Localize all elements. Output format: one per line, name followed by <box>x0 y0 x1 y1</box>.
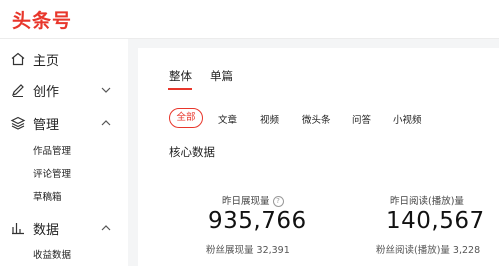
sidebar-item-data[interactable]: 数据 <box>0 214 128 242</box>
sidebar-item-label: 管理 <box>33 118 60 133</box>
main-panel: 整体 单篇 全部 文章 视频 微头条 问答 小视频 核心数据 昨日展现量? 93… <box>138 48 499 266</box>
stat-label-impressions: 昨日展现量? <box>222 193 284 207</box>
home-icon <box>11 52 25 66</box>
chevron-up-icon[interactable] <box>100 117 112 129</box>
tab-single[interactable]: 单篇 <box>210 68 233 84</box>
sidebar-item-label: 数据 <box>33 223 60 238</box>
chevron-down-icon[interactable] <box>100 84 112 96</box>
filter-article[interactable]: 文章 <box>218 112 237 126</box>
sidebar-item-home[interactable]: 主页 <box>0 45 128 73</box>
pen-icon <box>12 84 24 97</box>
filter-video[interactable]: 视频 <box>260 112 279 126</box>
filter-all[interactable]: 全部 <box>169 108 203 128</box>
stat-value-reads: 140,567 <box>386 208 485 234</box>
chevron-up-icon[interactable] <box>100 222 112 234</box>
stat-sub-reads: 粉丝阅读(播放)量 3,228 <box>376 245 481 256</box>
filter-micro-headline[interactable]: 微头条 <box>302 112 331 126</box>
active-tab-indicator <box>168 88 192 90</box>
tab-overall[interactable]: 整体 <box>169 68 192 84</box>
sidebar-subitem-earnings[interactable]: 收益数据 <box>33 247 71 261</box>
sidebar-item-create[interactable]: 创作 <box>0 76 128 104</box>
sidebar-subitem-drafts[interactable]: 草稿箱 <box>33 189 62 203</box>
stat-label-reads: 昨日阅读(播放)量 <box>390 196 464 207</box>
filter-short-video[interactable]: 小视频 <box>393 112 422 126</box>
sidebar-item-label: 主页 <box>33 54 60 69</box>
bar-chart-icon <box>12 223 24 235</box>
sidebar: 主页 创作 管理 作品管理 评论管理 草稿箱 数据 收益数据 <box>0 39 128 266</box>
sidebar-subitem-works[interactable]: 作品管理 <box>33 143 71 157</box>
filter-qa[interactable]: 问答 <box>352 112 371 126</box>
top-bar: 头条号 <box>0 0 499 39</box>
help-icon[interactable]: ? <box>272 196 284 207</box>
sidebar-item-label: 创作 <box>33 85 60 100</box>
stat-value-impressions: 935,766 <box>208 208 307 234</box>
sidebar-subitem-comments[interactable]: 评论管理 <box>33 166 71 180</box>
sidebar-item-manage[interactable]: 管理 <box>0 109 128 137</box>
logo[interactable]: 头条号 <box>12 6 72 33</box>
section-title: 核心数据 <box>169 145 215 159</box>
layers-icon <box>10 116 26 130</box>
stat-sub-impressions: 粉丝展现量 32,391 <box>206 245 290 256</box>
